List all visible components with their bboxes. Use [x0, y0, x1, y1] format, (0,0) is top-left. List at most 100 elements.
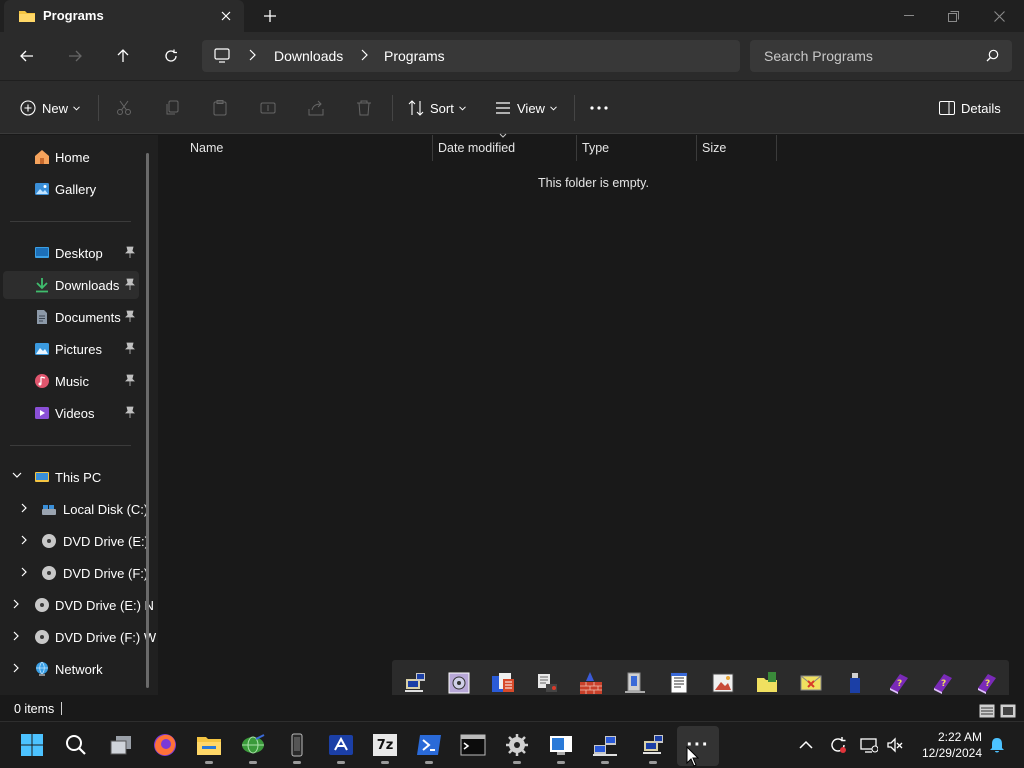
network-status-icon[interactable]: [860, 736, 878, 754]
taskbar-quick-launch-app[interactable]: [638, 730, 668, 760]
folder-tools-icon[interactable]: [754, 670, 780, 696]
taskbar-remote-desktop[interactable]: [546, 730, 576, 760]
column-label: Date modified: [438, 141, 516, 155]
rename-button[interactable]: [260, 97, 276, 119]
sidebar-item-this-pc[interactable]: This PC: [3, 463, 139, 491]
column-header-type[interactable]: Type: [576, 135, 696, 161]
close-window-button[interactable]: [976, 0, 1022, 32]
column-header-date-modified[interactable]: Date modified: [432, 135, 576, 161]
forward-button[interactable]: [61, 42, 89, 70]
refresh-button[interactable]: [157, 42, 185, 70]
divider: [10, 221, 131, 222]
taskbar-control-panel[interactable]: [502, 730, 532, 760]
sidebar-item-local-disk[interactable]: Local Disk (C:): [3, 495, 148, 523]
sidebar-item-dvd-e[interactable]: DVD Drive (E:): [3, 527, 149, 555]
sidebar-item-desktop[interactable]: Desktop: [3, 239, 139, 267]
column-header-size[interactable]: Size: [696, 135, 776, 161]
taskbar-7zip[interactable]: 7z: [370, 730, 400, 760]
taskbar-network-app[interactable]: [238, 730, 268, 760]
breadcrumb-downloads[interactable]: Downloads: [274, 48, 343, 64]
sidebar-scrollbar[interactable]: [146, 153, 149, 688]
new-button[interactable]: New: [20, 97, 80, 119]
network-computer-icon[interactable]: [402, 670, 428, 696]
large-icons-view-icon[interactable]: [1000, 704, 1016, 718]
cut-button[interactable]: [116, 97, 132, 119]
column-divider[interactable]: [776, 135, 777, 161]
breadcrumb-programs[interactable]: Programs: [384, 48, 445, 64]
help-book-icon[interactable]: ?: [974, 670, 1000, 696]
sidebar-item-dvd-e-media[interactable]: DVD Drive (E:) N: [3, 591, 154, 619]
start-button[interactable]: [17, 730, 47, 760]
share-button[interactable]: [308, 97, 324, 119]
mail-icon[interactable]: [798, 670, 824, 696]
details-view-icon[interactable]: [979, 704, 995, 718]
volume-muted-icon[interactable]: [886, 736, 904, 754]
sidebar-item-music[interactable]: Music: [3, 367, 139, 395]
close-tab-icon[interactable]: [216, 6, 236, 26]
sort-button[interactable]: Sort: [408, 97, 466, 119]
sidebar-item-videos[interactable]: Videos: [3, 399, 139, 427]
sidebar-item-documents[interactable]: Documents: [3, 303, 139, 331]
column-header-name[interactable]: Name: [184, 135, 432, 161]
taskbar-database-app[interactable]: [326, 730, 356, 760]
help-book-icon[interactable]: ?: [930, 670, 956, 696]
component-services-icon[interactable]: [622, 670, 648, 696]
svg-text:?: ?: [985, 679, 990, 689]
maximize-button[interactable]: [930, 0, 976, 32]
monitor-icon: [214, 48, 230, 66]
taskbar-powershell[interactable]: [414, 730, 444, 760]
taskbar-command-prompt[interactable]: [458, 730, 488, 760]
up-button[interactable]: [109, 42, 137, 70]
taskbar-phone-app[interactable]: [282, 730, 312, 760]
details-pane-button[interactable]: Details: [939, 97, 1001, 119]
clipboard-icon: [213, 100, 227, 116]
back-button[interactable]: [13, 42, 41, 70]
see-more-button[interactable]: [590, 97, 608, 119]
minimize-button[interactable]: [886, 0, 932, 32]
tab-programs[interactable]: Programs: [4, 0, 244, 32]
copy-button[interactable]: [164, 97, 180, 119]
address-bar[interactable]: Downloads Programs: [202, 40, 740, 72]
clock-time[interactable]: 2:22 AM: [920, 729, 982, 745]
sidebar-item-gallery[interactable]: Gallery: [3, 175, 139, 203]
taskbar-file-explorer[interactable]: [194, 730, 224, 760]
delete-button[interactable]: [356, 97, 372, 119]
chevron-right-icon: [21, 503, 27, 513]
usb-drive-icon[interactable]: [842, 670, 868, 696]
sync-icon[interactable]: [829, 736, 847, 754]
firefox-icon: [154, 734, 176, 756]
chevron-up-icon[interactable]: [797, 736, 815, 754]
search-input[interactable]: Search Programs: [750, 40, 1012, 72]
sidebar-item-pictures[interactable]: Pictures: [3, 335, 139, 363]
taskbar-network-connections[interactable]: [590, 730, 620, 760]
sidebar-item-network[interactable]: Network: [3, 655, 139, 683]
item-count: 0 items: [14, 702, 55, 716]
search-button[interactable]: [61, 730, 91, 760]
divider: [10, 445, 131, 446]
running-indicator: [601, 761, 609, 764]
sidebar-item-home[interactable]: Home: [3, 143, 139, 171]
new-tab-button[interactable]: [258, 6, 282, 26]
notification-bell-icon[interactable]: [988, 736, 1006, 754]
sidebar-item-dvd-f-media[interactable]: DVD Drive (F:) W: [3, 623, 156, 651]
image-icon[interactable]: [710, 670, 736, 696]
view-button[interactable]: View: [495, 97, 557, 119]
clock-date[interactable]: 12/29/2024: [918, 745, 982, 761]
taskbar-firefox[interactable]: [150, 730, 180, 760]
help-book-icon[interactable]: ?: [886, 670, 912, 696]
sidebar-label: Home: [55, 150, 90, 165]
safe-icon[interactable]: [446, 670, 472, 696]
notepad-icon[interactable]: [666, 670, 692, 696]
command-bar: New Sort View Details: [0, 80, 1024, 134]
documents-stack-icon[interactable]: [490, 670, 516, 696]
task-view-icon: [110, 736, 131, 755]
sidebar-item-downloads[interactable]: Downloads: [3, 271, 139, 299]
task-view-button[interactable]: [106, 730, 136, 760]
running-indicator: [381, 761, 389, 764]
printer-tools-icon[interactable]: [534, 670, 560, 696]
plus-circle-icon: [20, 100, 36, 116]
firewall-icon[interactable]: [578, 670, 604, 696]
paste-button[interactable]: [212, 97, 228, 119]
column-label: Type: [582, 141, 610, 155]
sidebar-item-dvd-f[interactable]: DVD Drive (F:): [3, 559, 148, 587]
